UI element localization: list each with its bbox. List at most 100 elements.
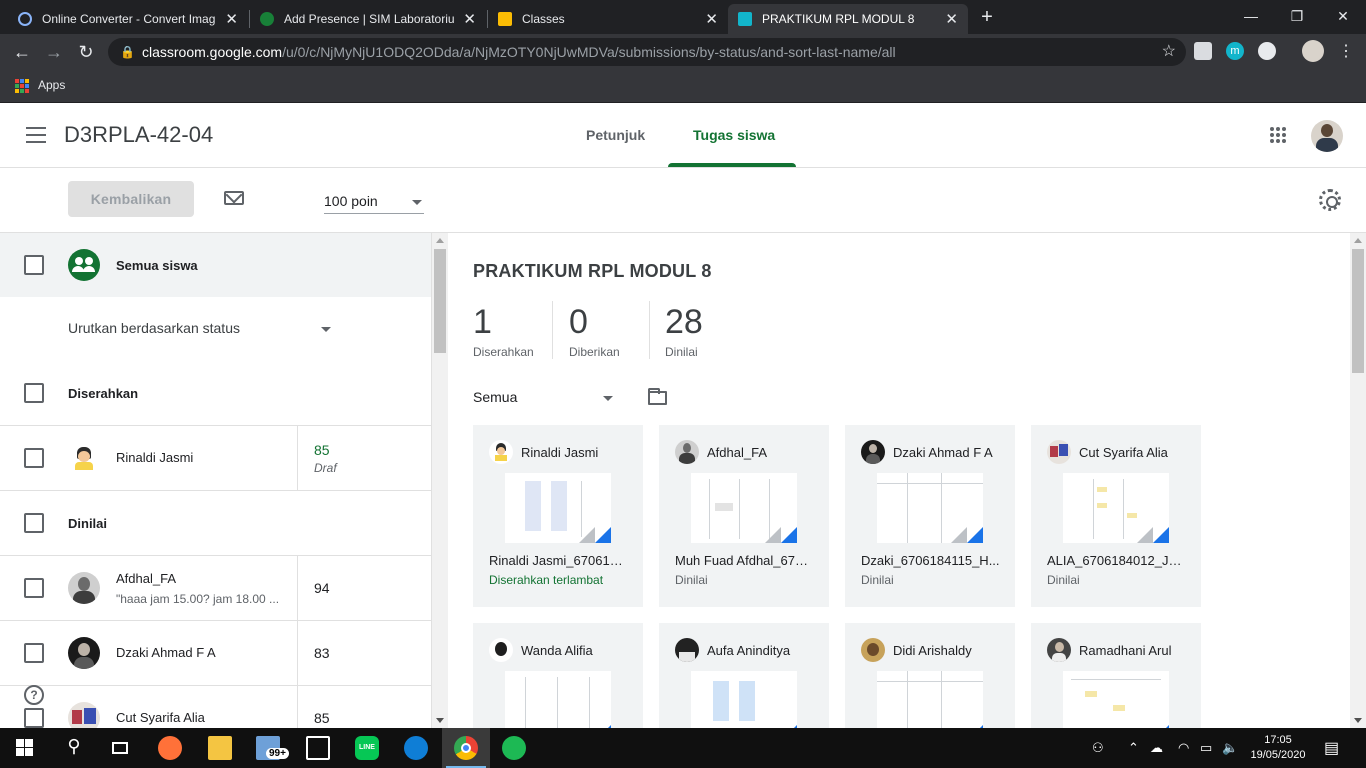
line-app-icon[interactable]: LINE (355, 736, 379, 760)
chevron-down-icon[interactable] (321, 327, 331, 332)
address-bar[interactable]: 🔒 classroom.google.com/u/0/c/NjMyNjU1ODQ… (108, 38, 1186, 66)
minimize-button[interactable]: — (1228, 0, 1274, 34)
group-checkbox-submitted[interactable] (24, 383, 44, 403)
bookmark-star-icon[interactable]: ☆ (1162, 38, 1176, 66)
file-thumbnail[interactable] (1063, 671, 1169, 728)
extension-m-icon[interactable]: m (1226, 42, 1244, 60)
chrome-icon[interactable] (454, 736, 478, 760)
folder-icon[interactable] (648, 388, 667, 405)
select-all-checkbox[interactable] (24, 255, 44, 275)
card-status: Dinilai (861, 573, 894, 587)
card-file-name[interactable]: Rinaldi Jasmi_6706170... (489, 553, 629, 568)
forward-button[interactable]: → (42, 40, 66, 64)
store-icon[interactable] (306, 736, 330, 760)
group-checkbox-graded[interactable] (24, 513, 44, 533)
browser-tab-online-converter[interactable]: Online Converter - Convert Imag ✕ (8, 4, 248, 34)
grade-value[interactable]: 94 (314, 580, 330, 596)
close-window-button[interactable]: ✕ (1320, 0, 1366, 34)
chevron-down-icon[interactable] (603, 396, 613, 401)
file-thumbnail[interactable] (877, 473, 983, 543)
submission-card[interactable]: Cut Syarifa Alia ALIA_6706184012_JE... D… (1031, 425, 1201, 607)
wifi-icon[interactable]: ◠ (1178, 740, 1189, 756)
student-row[interactable]: Cut Syarifa Alia 85 (0, 685, 431, 728)
submission-card[interactable]: Wanda Alifia (473, 623, 643, 728)
submission-card[interactable]: Aufa Aninditya (659, 623, 829, 728)
filter-select[interactable]: Semua (473, 389, 517, 405)
main-menu-icon[interactable] (26, 127, 46, 143)
sort-select[interactable]: Urutkan berdasarkan status (68, 320, 240, 336)
account-avatar[interactable] (1311, 120, 1343, 152)
student-row[interactable]: Dzaki Ahmad F A 83 (0, 620, 431, 686)
apps-grid-icon[interactable] (15, 79, 29, 93)
browser-tab-strip: Online Converter - Convert Imag ✕ Add Pr… (0, 0, 1366, 34)
system-clock[interactable]: 17:05 19/05/2020 (1248, 733, 1308, 763)
student-checkbox[interactable] (24, 578, 44, 598)
email-icon[interactable] (224, 191, 244, 205)
edge-icon[interactable] (404, 736, 428, 760)
restore-button[interactable]: ❐ (1274, 0, 1320, 34)
card-file-name[interactable]: Muh Fuad Afdhal_6706... (675, 553, 815, 568)
stat-submitted-label: Diserahkan (473, 345, 534, 359)
grade-value[interactable]: 85 (314, 442, 330, 458)
file-thumbnail[interactable] (691, 473, 797, 543)
close-tab-icon[interactable]: ✕ (225, 10, 238, 28)
volume-icon[interactable]: 🔈 (1222, 740, 1238, 756)
settings-gear-icon[interactable] (1319, 189, 1341, 211)
new-tab-button[interactable]: + (976, 6, 998, 28)
firefox-icon[interactable] (158, 736, 182, 760)
spotify-icon[interactable] (502, 736, 526, 760)
submission-card[interactable]: Ramadhani Arul (1031, 623, 1201, 728)
file-thumbnail[interactable] (877, 671, 983, 728)
battery-icon[interactable]: ▭ (1200, 740, 1212, 756)
search-icon[interactable]: ⚲ (62, 736, 86, 760)
class-title[interactable]: D3RPLA-42-04 (64, 122, 213, 148)
extension-icon[interactable] (1194, 42, 1212, 60)
submission-card[interactable]: Rinaldi Jasmi Rinaldi Jasmi_6706170... D… (473, 425, 643, 607)
file-thumbnail[interactable] (505, 473, 611, 543)
browser-tab-sim-lab[interactable]: Add Presence | SIM Laboratorium ✕ (250, 4, 486, 34)
return-button[interactable]: Kembalikan (68, 181, 194, 217)
card-file-name[interactable]: ALIA_6706184012_JE... (1047, 553, 1187, 568)
submission-card[interactable]: Dzaki Ahmad F A Dzaki_6706184115_H... Di… (845, 425, 1015, 607)
student-checkbox[interactable] (24, 708, 44, 728)
tab-student-work[interactable]: Tugas siswa (693, 127, 775, 143)
all-students-row[interactable]: Semua siswa (0, 233, 431, 297)
profile-avatar[interactable] (1302, 40, 1324, 62)
notifications-icon[interactable]: ▤ (1324, 738, 1339, 758)
onedrive-icon[interactable]: ☁ (1150, 740, 1163, 756)
help-icon[interactable]: ? (24, 685, 44, 705)
windows-start-icon[interactable] (14, 736, 38, 760)
browser-tab-praktikum[interactable]: PRAKTIKUM RPL MODUL 8 ✕ (728, 4, 968, 34)
right-scrollbar[interactable] (1350, 233, 1366, 728)
student-row[interactable]: Rinaldi Jasmi 85 Draf (0, 425, 431, 491)
people-icon[interactable]: ⚇ (1092, 740, 1104, 756)
extension-icon[interactable] (1258, 42, 1276, 60)
close-tab-icon[interactable]: ✕ (945, 10, 958, 28)
file-thumbnail[interactable] (505, 671, 611, 728)
submission-card[interactable]: Didi Arishaldy (845, 623, 1015, 728)
left-scrollbar[interactable] (432, 233, 448, 728)
close-tab-icon[interactable]: ✕ (705, 10, 718, 28)
task-view-icon[interactable] (108, 736, 132, 760)
grade-value[interactable]: 85 (314, 710, 330, 726)
file-thumbnail[interactable] (1063, 473, 1169, 543)
google-apps-icon[interactable] (1270, 127, 1286, 143)
chrome-menu-icon[interactable]: ⋮ (1334, 40, 1358, 64)
student-row[interactable]: Afdhal_FA "haaa jam 15.00? jam 18.00 ...… (0, 555, 431, 621)
file-explorer-icon[interactable] (208, 736, 232, 760)
student-checkbox[interactable] (24, 643, 44, 663)
grade-value[interactable]: 83 (314, 645, 330, 661)
file-thumbnail[interactable] (691, 671, 797, 728)
apps-bookmark[interactable]: Apps (38, 78, 65, 92)
card-file-name[interactable]: Dzaki_6706184115_H... (861, 553, 1001, 568)
reload-button[interactable]: ↻ (74, 40, 98, 64)
close-tab-icon[interactable]: ✕ (463, 10, 476, 28)
chevron-up-icon[interactable]: ⌃ (1128, 740, 1139, 756)
submission-card[interactable]: Afdhal_FA Muh Fuad Afdhal_6706... Dinila… (659, 425, 829, 607)
browser-tab-classes[interactable]: Classes ✕ (488, 4, 728, 34)
tab-instructions[interactable]: Petunjuk (586, 127, 645, 143)
points-select[interactable]: 100 poin (324, 193, 378, 209)
student-checkbox[interactable] (24, 448, 44, 468)
back-button[interactable]: ← (10, 40, 34, 64)
chevron-down-icon[interactable] (412, 200, 422, 205)
